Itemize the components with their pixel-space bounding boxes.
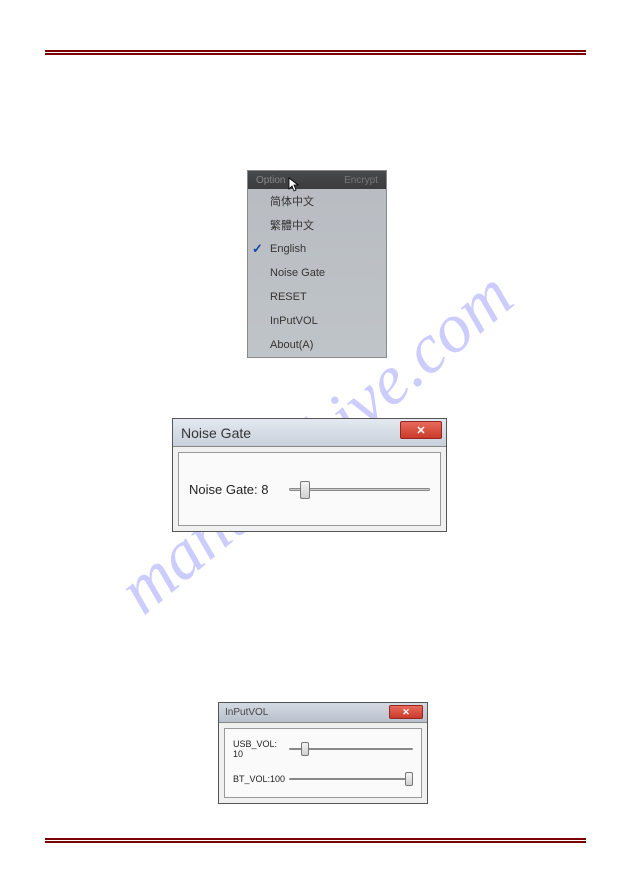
close-button[interactable]: ✕	[389, 705, 423, 719]
menu-encrypt[interactable]: Encrypt	[344, 175, 378, 186]
option-dropdown-menu: Option Encrypt 简体中文 繁體中文 ✓ English Noise …	[247, 170, 387, 358]
slider-track	[289, 778, 413, 780]
menu-item-label: English	[270, 243, 306, 255]
close-icon: ✕	[402, 707, 410, 718]
bt-vol-slider[interactable]	[289, 771, 413, 787]
menu-item-reset[interactable]: RESET	[248, 285, 386, 309]
page-divider-bottom	[45, 838, 586, 840]
menu-item-simplified-chinese[interactable]: 简体中文	[248, 189, 386, 213]
dialog-body: Noise Gate: 8	[178, 452, 441, 526]
menu-item-label: 简体中文	[270, 193, 314, 209]
menu-item-traditional-chinese[interactable]: 繁體中文	[248, 213, 386, 237]
dialog-titlebar[interactable]: Noise Gate ✕	[173, 419, 446, 447]
dialog-title: InPutVOL	[225, 707, 268, 718]
slider-thumb[interactable]	[301, 742, 309, 756]
close-icon: ✕	[416, 424, 425, 437]
bt-vol-label: BT_VOL:100	[233, 774, 289, 784]
menu-item-noise-gate[interactable]: Noise Gate	[248, 261, 386, 285]
menu-item-label: About(A)	[270, 339, 313, 351]
usb-vol-label: USB_VOL: 10	[233, 739, 289, 759]
noise-gate-dialog: Noise Gate ✕ Noise Gate: 8	[172, 418, 447, 532]
inputvol-dialog: InPutVOL ✕ USB_VOL: 10 BT_VOL:100	[218, 702, 428, 804]
menu-bar: Option Encrypt	[248, 171, 386, 189]
noise-gate-slider[interactable]	[289, 479, 430, 499]
noise-gate-label: Noise Gate:	[189, 482, 258, 497]
menu-item-label: InPutVOL	[270, 315, 318, 327]
menu-item-english[interactable]: ✓ English	[248, 237, 386, 261]
menu-item-about[interactable]: About(A)	[248, 333, 386, 357]
page-divider-top	[45, 50, 586, 52]
close-button[interactable]: ✕	[400, 421, 442, 439]
usb-vol-row: USB_VOL: 10	[233, 739, 413, 759]
menu-item-label: Noise Gate	[270, 267, 325, 279]
page-divider-top	[45, 53, 586, 55]
dialog-titlebar[interactable]: InPutVOL ✕	[219, 703, 427, 723]
dialog-title: Noise Gate	[181, 425, 251, 441]
noise-gate-value: 8	[261, 482, 268, 497]
bt-vol-row: BT_VOL:100	[233, 771, 413, 787]
page-divider-bottom	[45, 841, 586, 843]
slider-thumb[interactable]	[300, 481, 310, 499]
menu-item-inputvol[interactable]: InPutVOL	[248, 309, 386, 333]
check-icon: ✓	[252, 241, 263, 257]
dialog-body: USB_VOL: 10 BT_VOL:100	[224, 728, 422, 798]
usb-vol-slider[interactable]	[289, 741, 413, 757]
menu-item-label: RESET	[270, 291, 307, 303]
menu-option[interactable]: Option	[256, 175, 285, 186]
slider-thumb[interactable]	[405, 772, 413, 786]
menu-item-label: 繁體中文	[270, 217, 314, 233]
